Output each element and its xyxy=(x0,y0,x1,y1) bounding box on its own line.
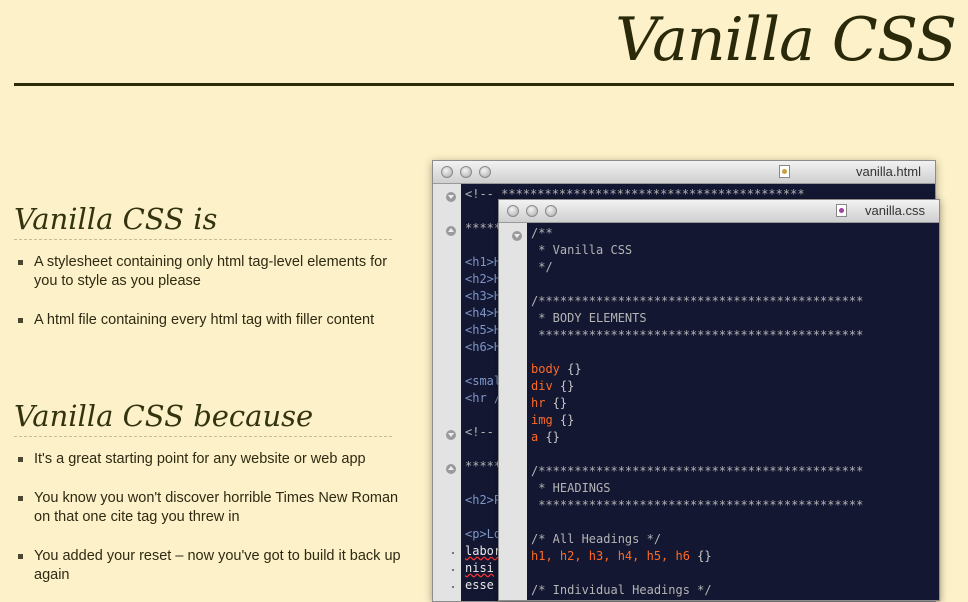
code-line: body {} xyxy=(531,362,582,376)
css-file-icon xyxy=(836,204,847,217)
code-line: /* Individual Headings */ xyxy=(531,583,712,597)
html-window-titlebar[interactable]: vanilla.html xyxy=(433,161,935,184)
code-line: h1, h2, h3, h4, h5, h6 {} xyxy=(531,549,712,563)
site-title: Vanilla CSS xyxy=(615,5,957,75)
code-line: ****************************************… xyxy=(531,328,864,342)
list-item: You know you won't discover horrible Tim… xyxy=(14,489,404,527)
code-line: /***************************************… xyxy=(531,294,864,308)
zoom-button[interactable] xyxy=(545,205,557,217)
bullet-dot-icon xyxy=(452,552,454,554)
code-line: img {} xyxy=(531,413,575,427)
html-window-title: vanilla.html xyxy=(855,164,921,179)
fold-icon[interactable] xyxy=(446,192,456,202)
code-line: a {} xyxy=(531,430,560,444)
fold-icon[interactable] xyxy=(512,231,522,241)
html-file-icon xyxy=(779,165,790,178)
bullet-dot-icon xyxy=(452,586,454,588)
css-gutter xyxy=(499,223,527,600)
title-divider xyxy=(14,83,954,86)
bullet-dot-icon xyxy=(452,569,454,571)
code-line: /* All Headings */ xyxy=(531,532,662,546)
list-item: A stylesheet containing only html tag-le… xyxy=(14,253,404,291)
zoom-button[interactable] xyxy=(479,166,491,178)
code-line: hr {} xyxy=(531,396,568,410)
fold-icon[interactable] xyxy=(446,464,456,474)
code-line: * BODY ELEMENTS xyxy=(531,311,647,325)
minimize-button[interactable] xyxy=(526,205,538,217)
close-button[interactable] xyxy=(441,166,453,178)
is-list: A stylesheet containing only html tag-le… xyxy=(14,253,404,330)
code-line: */ xyxy=(531,260,553,274)
html-gutter xyxy=(433,184,461,601)
minimize-button[interactable] xyxy=(460,166,472,178)
fold-icon[interactable] xyxy=(446,430,456,440)
css-window-title: vanilla.css xyxy=(865,203,925,218)
code-line: ****************************************… xyxy=(531,498,864,512)
code-line: /***************************************… xyxy=(531,464,864,478)
list-item: It's a great starting point for any webs… xyxy=(14,450,404,469)
css-code-area[interactable]: /** * Vanilla CSS */ /*******************… xyxy=(531,225,939,599)
list-item: You added your reset – now you've got to… xyxy=(14,547,404,585)
code-line: /** xyxy=(531,226,553,240)
css-editor-window: vanilla.css /** * Vanilla CSS */ /*******… xyxy=(498,199,940,601)
code-line: * Vanilla CSS xyxy=(531,243,633,257)
close-button[interactable] xyxy=(507,205,519,217)
code-line: div {} xyxy=(531,379,575,393)
section-heading-is: Vanilla CSS is xyxy=(14,200,392,240)
section-heading-because: Vanilla CSS because xyxy=(14,397,392,437)
list-item: A html file containing every html tag wi… xyxy=(14,311,404,330)
because-list: It's a great starting point for any webs… xyxy=(14,450,404,585)
css-window-titlebar[interactable]: vanilla.css xyxy=(499,200,939,223)
fold-icon[interactable] xyxy=(446,226,456,236)
code-line: * HEADINGS xyxy=(531,481,611,495)
